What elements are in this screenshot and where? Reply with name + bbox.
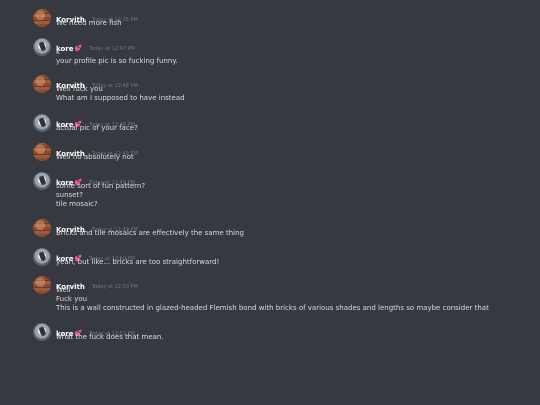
brick-avatar[interactable] bbox=[33, 219, 51, 237]
message-text: Fuck you bbox=[56, 295, 88, 303]
message-text: some sort of fun pattern? bbox=[56, 182, 146, 190]
timestamp: Today at 12:50 PM bbox=[91, 283, 138, 290]
brick-avatar[interactable] bbox=[33, 143, 51, 161]
message-text: This is a wall constructed in glazed-hea… bbox=[56, 304, 489, 312]
message-text: your profile pic is so fucking funny. bbox=[56, 57, 178, 65]
message-header: kore💕 Today at 12:49 PM bbox=[56, 172, 135, 187]
message-header: kore💕 Today at 12:48 PM bbox=[56, 114, 135, 129]
message-text: Well bbox=[56, 286, 71, 294]
heart-icon: 💕 bbox=[74, 45, 82, 52]
kore-avatar[interactable] bbox=[33, 248, 51, 266]
message-text: sunset? bbox=[56, 191, 83, 199]
message-text: yeah, but like... bricks are too straigh… bbox=[56, 258, 220, 266]
message-text: Well no absolutely not bbox=[56, 153, 134, 161]
message-text: We need more fish bbox=[56, 19, 122, 27]
message-text: tile mosaic? bbox=[56, 200, 98, 208]
kore-avatar[interactable] bbox=[33, 323, 51, 341]
message-text: actual pic of your face? bbox=[56, 124, 138, 132]
message-text: what the fuck does that mean. bbox=[56, 333, 164, 341]
message-header: Korvith Today at 12:48 PM bbox=[56, 75, 138, 90]
message-list[interactable]: Korvith Today at 12:35 PM We need more fis… bbox=[0, 0, 540, 405]
brick-avatar[interactable] bbox=[33, 75, 51, 93]
message-text: k bbox=[56, 48, 61, 56]
message-text: Bricks and tile mosaics are effectively … bbox=[56, 229, 244, 237]
message-header: Korvith Today at 12:35 PM bbox=[56, 9, 138, 24]
message-header: kore💕 Today at 12:47 PM bbox=[56, 38, 135, 53]
message-text: Well fuck you bbox=[56, 85, 103, 93]
brick-avatar[interactable] bbox=[33, 9, 51, 27]
message-header: Korvith Today at 12:49 PM bbox=[56, 219, 138, 234]
message-header: kore💕 Today at 12:50 PM bbox=[56, 248, 135, 263]
timestamp: Today at 12:47 PM bbox=[88, 45, 135, 52]
kore-avatar[interactable] bbox=[33, 114, 51, 132]
message-header: Korvith Today at 12:50 PM bbox=[56, 276, 138, 291]
message-header: kore💕 Today at 12:51 PM bbox=[56, 323, 135, 338]
brick-avatar[interactable] bbox=[33, 276, 51, 294]
kore-avatar[interactable] bbox=[33, 38, 51, 56]
kore-avatar[interactable] bbox=[33, 172, 51, 190]
message-text: What am I supposed to have instead bbox=[56, 94, 185, 102]
message-header: Korvith Today at 12:49 PM bbox=[56, 143, 138, 158]
